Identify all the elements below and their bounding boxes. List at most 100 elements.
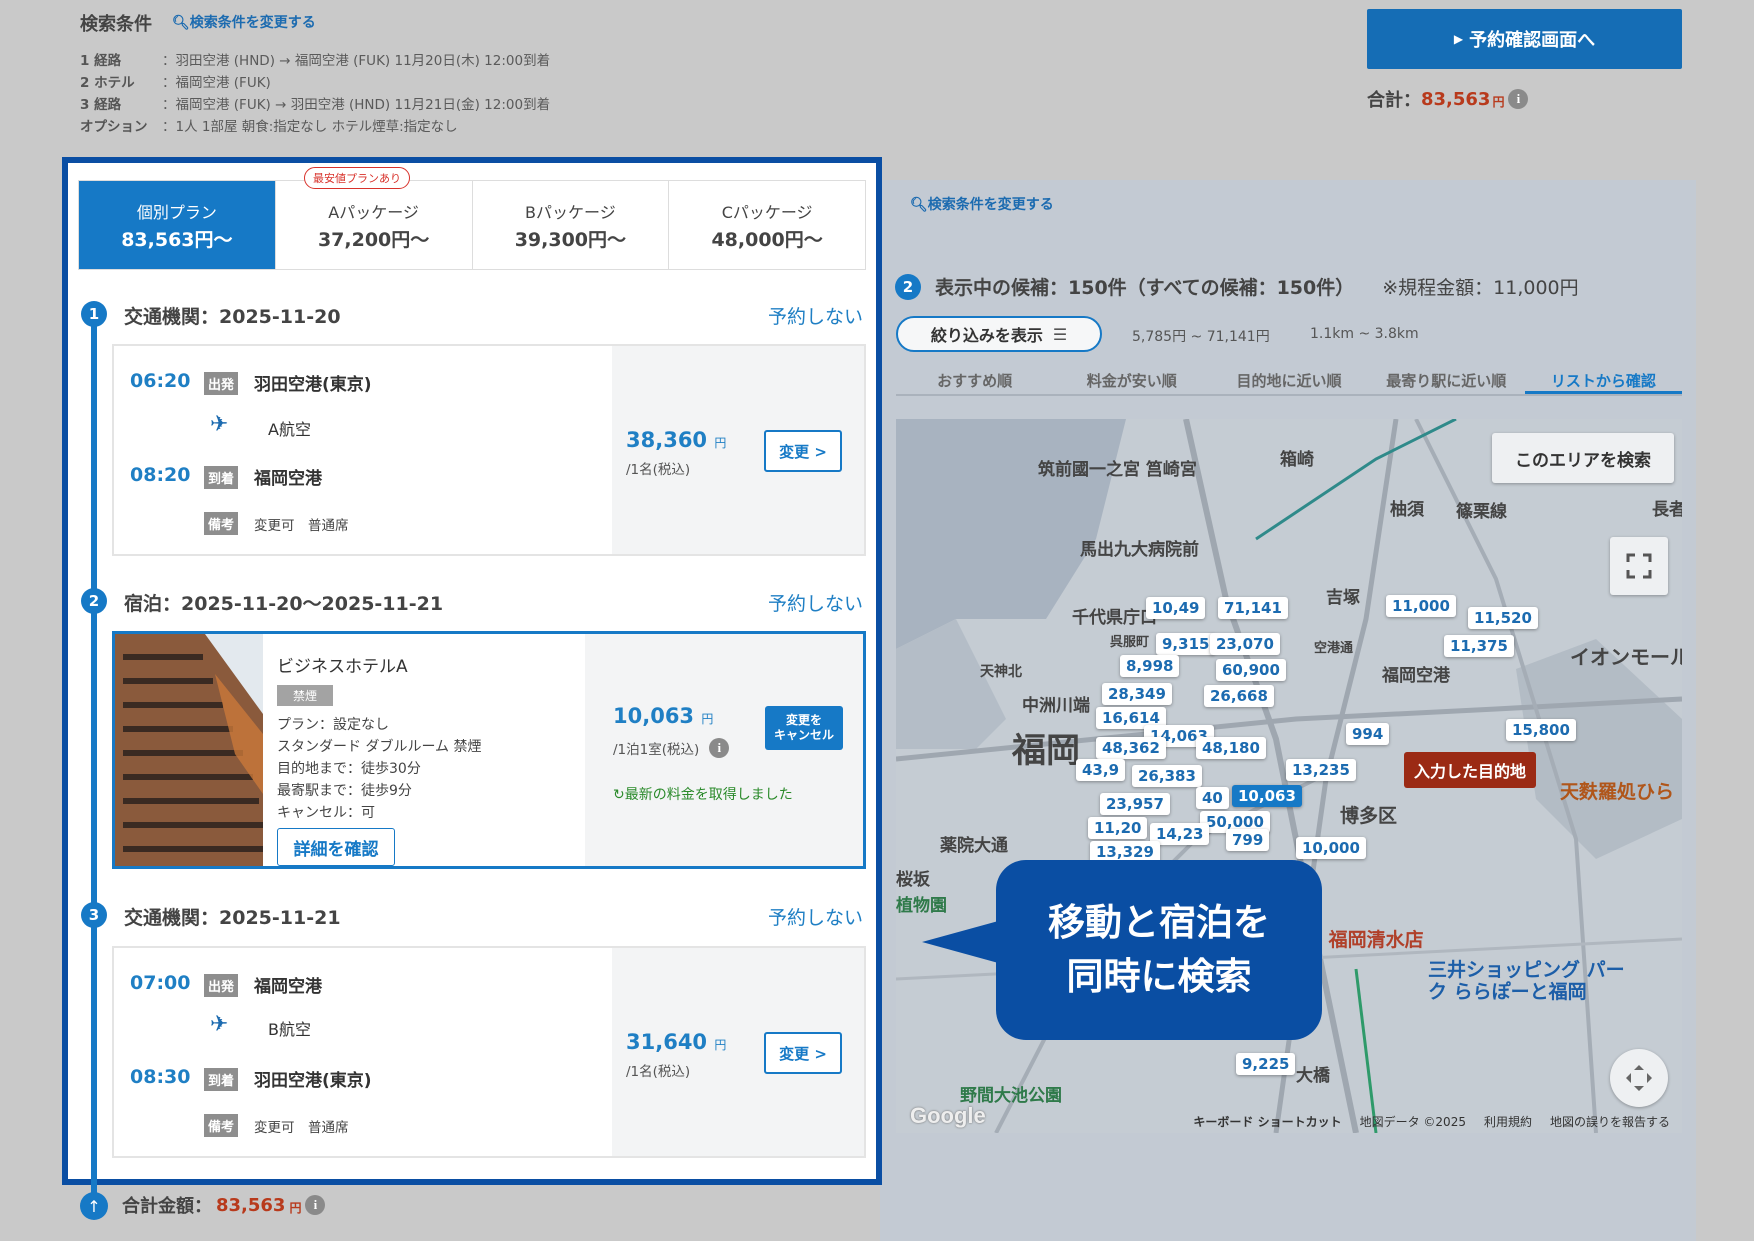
condition-row: 3 経路 ：福岡空港 (FUK) → 羽田空港 (HND) 11月21日(金) 1… xyxy=(80,97,551,113)
sort-station[interactable]: 最寄り駅に近い順 xyxy=(1368,366,1525,394)
search-this-area-button[interactable]: このエリアを検索 xyxy=(1492,433,1674,483)
map-label: 天神北 xyxy=(980,664,1022,680)
map-label: 呉服町 xyxy=(1110,635,1150,650)
info-icon[interactable]: i xyxy=(1508,89,1529,109)
price-pin[interactable]: 28,349 xyxy=(1102,683,1172,705)
hotel-photo[interactable] xyxy=(115,634,263,866)
price-pin[interactable]: 11,20 xyxy=(1088,817,1148,839)
map-footer: キーボード ショートカット 地図データ ©2025 利用規約 地図の誤りを報告す… xyxy=(896,1109,1682,1133)
price-pin[interactable]: 8,998 xyxy=(1120,655,1180,677)
price-unit: /1名(税込) xyxy=(626,1064,691,1080)
price-pin[interactable]: 60,900 xyxy=(1216,659,1286,681)
price-pin[interactable]: 43,9 xyxy=(1076,759,1126,781)
note-tag: 備考 xyxy=(204,512,239,535)
map-label: 空港通 xyxy=(1314,641,1354,656)
selected-price-pin[interactable]: 10,063 xyxy=(1232,785,1302,807)
keyboard-shortcuts-link[interactable]: キーボード ショートカット xyxy=(1193,1113,1341,1130)
price-pin[interactable]: 799 xyxy=(1226,829,1270,851)
price-pin[interactable]: 71,141 xyxy=(1218,597,1288,619)
hotel-detail-button[interactable]: 詳細を確認 xyxy=(277,828,395,866)
price-pin[interactable]: 26,383 xyxy=(1132,765,1202,787)
price-pin[interactable]: 26,668 xyxy=(1204,685,1274,707)
price-pin[interactable]: 9,225 xyxy=(1236,1053,1296,1075)
note-text: 変更可 普通席 xyxy=(254,1120,349,1136)
hotel-price-unit: /1泊1室(税込) i xyxy=(613,738,730,758)
price-pin[interactable]: 994 xyxy=(1346,723,1390,745)
flight-price-3: 31,640 円 xyxy=(626,1030,727,1054)
map-label: イオンモール xyxy=(1570,645,1682,669)
total-top: 合計： 83,563 円 i xyxy=(1367,86,1529,112)
cancel-change-button[interactable]: 変更を キャンセル xyxy=(765,706,843,750)
airline-name: A航空 xyxy=(268,420,311,439)
condition-row: 2 ホテル ：福岡空港 (FUK) xyxy=(80,75,271,91)
sort-destination[interactable]: 目的地に近い順 xyxy=(1210,366,1367,394)
skip-booking-link-3[interactable]: 予約しない xyxy=(768,903,863,930)
callout-bubble: 移動と宿泊を 同時に検索 xyxy=(996,860,1322,1040)
tab-package-a[interactable]: Aパッケージ 37,200円〜 xyxy=(275,181,473,269)
map-label: 千代県庁口 xyxy=(1072,608,1157,628)
change-search-link-right[interactable]: 🔍︎検索条件を変更する xyxy=(910,194,1054,214)
price-pin[interactable]: 48,362 xyxy=(1096,737,1166,759)
info-icon[interactable]: i xyxy=(305,1195,326,1215)
price-pin[interactable]: 11,375 xyxy=(1444,635,1514,657)
map-label: 馬出九大病院前 xyxy=(1080,540,1199,560)
final-total: 合計金額： 83,563 円 i xyxy=(122,1192,326,1218)
departure-time: 06:20 xyxy=(130,370,191,392)
tab-package-c[interactable]: Cパッケージ 48,000円〜 xyxy=(669,181,865,269)
price-pin[interactable]: 11,520 xyxy=(1468,607,1538,629)
map-label: 三井ショッピング パーク ららぽーと福岡 xyxy=(1428,959,1625,1003)
change-flight-button-3[interactable]: 変更 > xyxy=(764,1032,842,1074)
map-label: 大橋 xyxy=(1296,1066,1330,1086)
price-pin[interactable]: 40 xyxy=(1196,787,1229,809)
price-pin[interactable]: 10,000 xyxy=(1296,837,1366,859)
change-search-link[interactable]: 🔍︎検索条件を変更する xyxy=(172,12,316,32)
sliders-icon: ☰ xyxy=(1052,324,1068,344)
price-pin[interactable]: 15,800 xyxy=(1506,719,1576,741)
step-3-marker: 3 xyxy=(81,902,107,928)
sort-price[interactable]: 料金が安い順 xyxy=(1053,366,1210,394)
sort-list[interactable]: リストから確認 xyxy=(1524,366,1683,394)
skip-booking-link-1[interactable]: 予約しない xyxy=(768,302,863,329)
timeline-line xyxy=(91,312,97,1210)
hotel-card: ビジネスホテルA 禁煙 プラン：設定なし スタンダード ダブルルーム 禁煙 目的… xyxy=(112,631,866,869)
report-error-link[interactable]: 地図の誤りを報告する xyxy=(1550,1113,1670,1130)
flight-price-1: 38,360 円 xyxy=(626,428,727,452)
terms-link[interactable]: 利用規約 xyxy=(1484,1113,1532,1130)
sort-tabs: おすすめ順 料金が安い順 目的地に近い順 最寄り駅に近い順 リストから確認 xyxy=(896,366,1683,396)
hotel-building-image xyxy=(115,634,263,866)
sort-recommended[interactable]: おすすめ順 xyxy=(896,366,1053,394)
show-filter-button[interactable]: 絞り込みを表示 ☰ xyxy=(896,316,1102,352)
price-pin[interactable]: 10,49 xyxy=(1146,597,1206,619)
arrival-tag: 到着 xyxy=(204,466,239,489)
pan-control-icon[interactable] xyxy=(1610,1049,1668,1107)
refresh-status: ↻最新の料金を取得しました xyxy=(613,787,793,803)
price-pin[interactable]: 23,070 xyxy=(1210,633,1280,655)
price-pin[interactable]: 11,000 xyxy=(1386,595,1456,617)
arrival-time: 08:30 xyxy=(130,1066,191,1088)
skip-booking-link-2[interactable]: 予約しない xyxy=(768,589,863,616)
callout-tail xyxy=(922,920,1002,964)
change-flight-button-1[interactable]: 変更 > xyxy=(764,430,842,472)
condition-row: 1 経路 ：羽田空港 (HND) → 福岡空港 (FUK) 11月20日(木) 1… xyxy=(80,53,551,69)
hotel-room: スタンダード ダブルルーム 禁煙 xyxy=(277,739,482,755)
departure-tag: 出発 xyxy=(204,974,239,997)
note-tag: 備考 xyxy=(204,1114,239,1137)
price-pin[interactable]: 48,180 xyxy=(1196,737,1266,759)
price-pin[interactable]: 23,957 xyxy=(1100,793,1170,815)
condition-row: オプション ：1人 1部屋 朝食:指定なし ホテル煙草:指定なし xyxy=(80,119,458,135)
info-icon[interactable]: i xyxy=(709,738,730,758)
step-2-title: 宿泊：2025-11-20〜2025-11-21 xyxy=(124,593,444,615)
map-label: 長者 xyxy=(1652,500,1682,520)
price-unit: /1名(税込) xyxy=(626,462,691,478)
tab-individual-plan[interactable]: 個別プラン 83,563円〜 xyxy=(79,181,276,269)
fullscreen-icon[interactable] xyxy=(1610,537,1668,595)
destination-marker[interactable]: 入力した目的地 xyxy=(1404,752,1537,788)
non-smoking-badge: 禁煙 xyxy=(277,685,334,706)
price-pin[interactable]: 13,235 xyxy=(1286,759,1356,781)
price-pin[interactable]: 9,315 xyxy=(1156,633,1216,655)
arrow-up-icon: ↑ xyxy=(80,1192,108,1220)
map-data-credit: 地図データ ©2025 xyxy=(1359,1114,1466,1129)
arrival-tag: 到着 xyxy=(204,1068,239,1091)
confirm-reservation-button[interactable]: ▶ 予約確認画面へ xyxy=(1367,9,1682,69)
tab-package-b[interactable]: Bパッケージ 39,300円〜 xyxy=(472,181,670,269)
